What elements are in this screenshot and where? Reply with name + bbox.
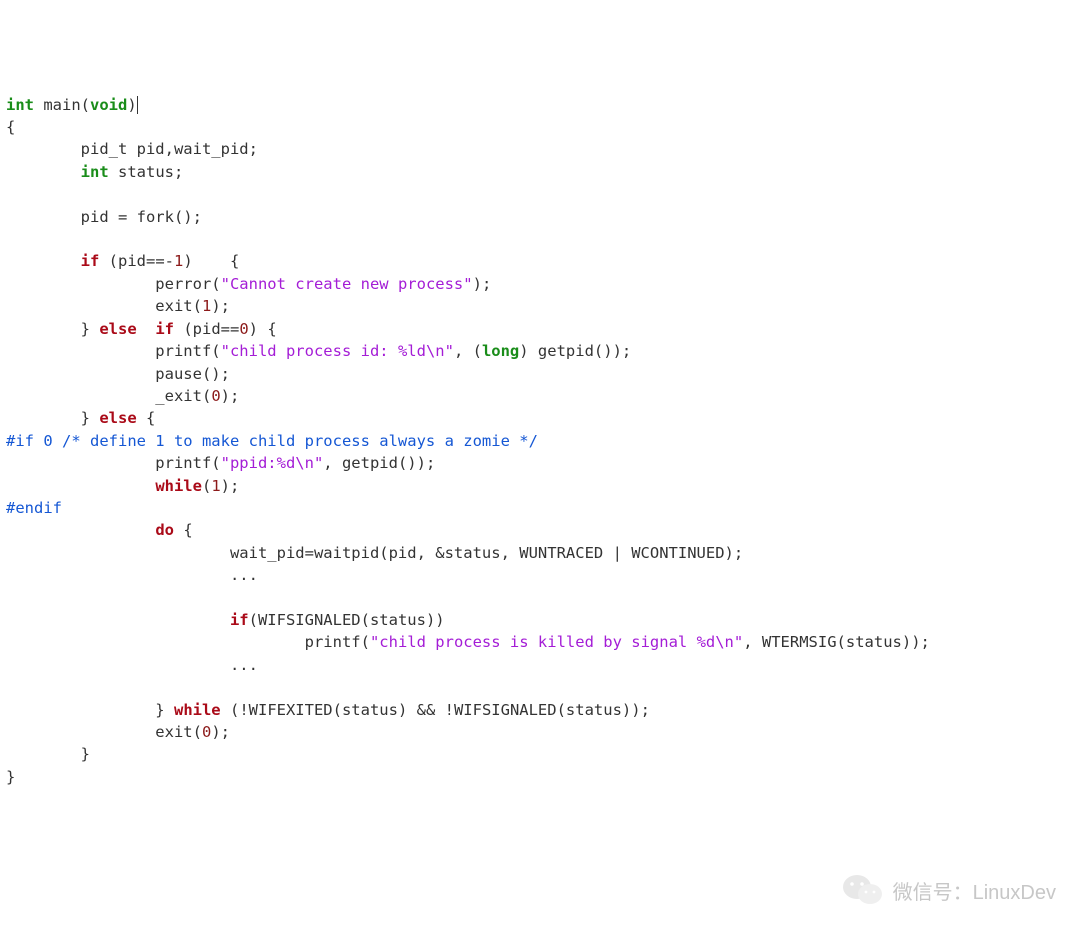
ellipsis-1: ... — [6, 566, 258, 584]
num-zero-3: 0 — [202, 723, 211, 741]
num-neg1: 1 — [174, 252, 183, 270]
elseif-sp — [137, 320, 156, 338]
num-zero-1: 0 — [239, 320, 248, 338]
type-long: long — [482, 342, 519, 360]
do-brace: { — [174, 521, 193, 539]
type-void: void — [90, 96, 127, 114]
kw-else-2: else — [99, 409, 136, 427]
decl-pidt: pid_t pid,wait_pid; — [6, 140, 258, 158]
type-int: int — [6, 96, 34, 114]
watermark-text: 微信号：LinuxDev — [893, 882, 1056, 904]
brace-close-inner: } — [6, 745, 90, 763]
printf2-a: printf( — [6, 454, 221, 472]
uexit-a: _exit( — [6, 387, 211, 405]
if1-indent — [6, 252, 81, 270]
pause-call: pause(); — [6, 365, 230, 383]
perror-call-b: ); — [473, 275, 492, 293]
brace-close-outer: } — [6, 768, 15, 786]
dowhile-cond: (!WIFEXITED(status) && !WIFSIGNALED(stat… — [221, 701, 650, 719]
fn-main-close: ) — [127, 96, 137, 114]
kw-while-2: while — [174, 701, 221, 719]
kw-else-1: else — [99, 320, 136, 338]
preprocessor-if0: #if 0 /* define 1 to make child process … — [6, 432, 538, 450]
assign-fork: pid = fork(); — [6, 208, 202, 226]
brace-open: { — [6, 118, 15, 136]
kw-if-1: if — [81, 252, 100, 270]
printf1-a: printf( — [6, 342, 221, 360]
printf2-b: , getpid()); — [323, 454, 435, 472]
ellipsis-2: ... — [6, 656, 258, 674]
num-zero-2: 0 — [211, 387, 220, 405]
watermark: 微信号：LinuxDev — [820, 851, 1056, 935]
exit2-a: exit( — [6, 723, 202, 741]
dowhile-close-a: } — [6, 701, 174, 719]
waitpid-call: wait_pid=waitpid(pid, &status, WUNTRACED… — [6, 544, 743, 562]
else2-a: } — [6, 409, 99, 427]
decl-status: status; — [109, 163, 184, 181]
elseif-brace: ) { — [249, 320, 277, 338]
elseif-cond: (pid== — [174, 320, 239, 338]
if2-cond: (WIFSIGNALED(status)) — [249, 611, 445, 629]
kw-if-3: if — [230, 611, 249, 629]
uexit-b: ); — [221, 387, 240, 405]
kw-do: do — [155, 521, 174, 539]
preprocessor-endif: #endif — [6, 499, 62, 517]
str-printf2: "ppid:%d\n" — [221, 454, 324, 472]
if1-brace: ) { — [183, 252, 239, 270]
if2-indent — [6, 611, 230, 629]
while1-close: ); — [221, 477, 240, 495]
kw-if-2: if — [155, 320, 174, 338]
decl-int-indent — [6, 163, 81, 181]
exit1-a: exit( — [6, 297, 202, 315]
kw-while-1: while — [155, 477, 202, 495]
if1-cond: (pid==- — [99, 252, 174, 270]
str-printf1: "child process id: %ld\n" — [221, 342, 454, 360]
wechat-icon — [820, 851, 882, 935]
elseif-a: } — [6, 320, 99, 338]
exit1-b: ); — [211, 297, 230, 315]
else2-brace: { — [137, 409, 156, 427]
type-int-2: int — [81, 163, 109, 181]
str-printf3: "child process is killed by signal %d\n" — [370, 633, 743, 651]
str-perror: "Cannot create new process" — [221, 275, 473, 293]
num-exit1: 1 — [202, 297, 211, 315]
printf3-a: printf( — [6, 633, 370, 651]
printf1-b: , ( — [454, 342, 482, 360]
while1-a — [6, 477, 155, 495]
exit2-b: ); — [211, 723, 230, 741]
printf3-b: , WTERMSIG(status)); — [743, 633, 930, 651]
do-indent — [6, 521, 155, 539]
num-one: 1 — [211, 477, 220, 495]
fn-main-open: main( — [34, 96, 90, 114]
code-block: int main(void) { pid_t pid,wait_pid; int… — [6, 94, 1074, 789]
while1-open: ( — [202, 477, 211, 495]
perror-call-a: perror( — [6, 275, 221, 293]
printf1-c: ) getpid()); — [519, 342, 631, 360]
